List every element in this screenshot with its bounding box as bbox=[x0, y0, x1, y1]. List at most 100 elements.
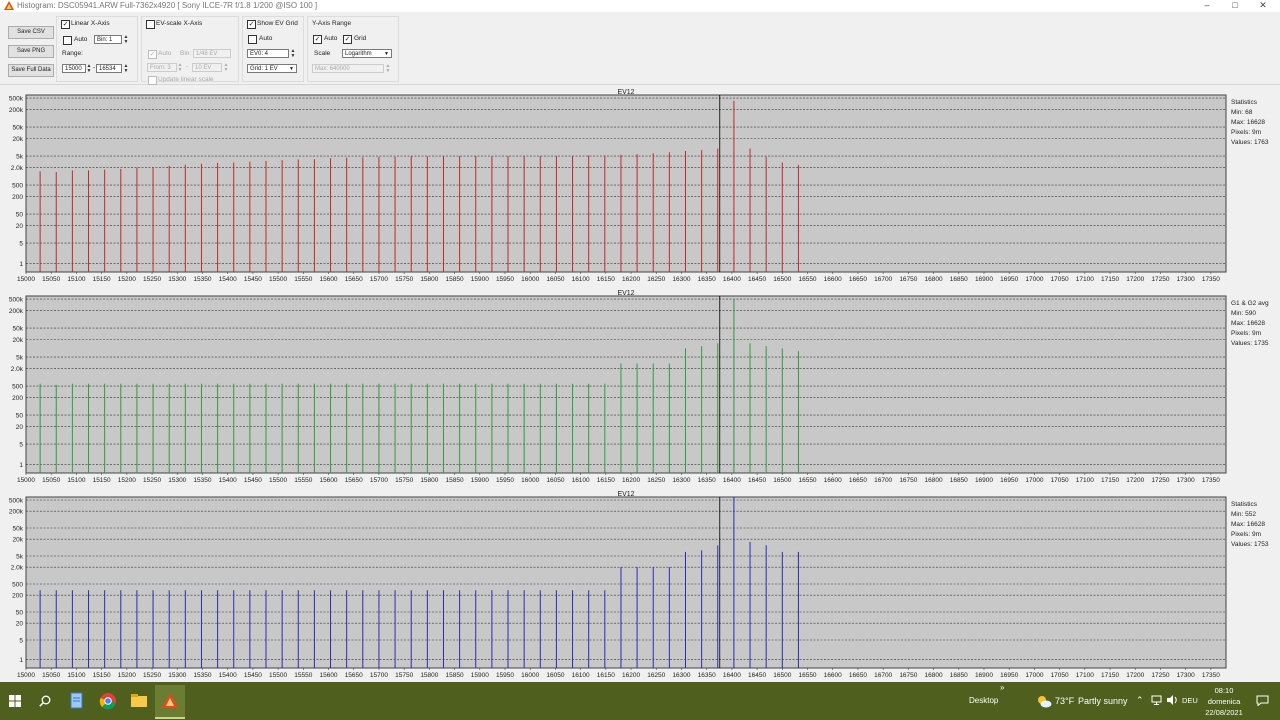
minimize-button[interactable]: – bbox=[1196, 0, 1218, 11]
y-max-input[interactable]: Max: 640000 bbox=[312, 64, 384, 73]
x-tick-label: 16150 bbox=[597, 672, 615, 679]
linear-auto-checkbox[interactable] bbox=[63, 36, 72, 45]
toolbar-chevron-icon[interactable]: » bbox=[1000, 683, 1004, 692]
linear-bin-input[interactable]: Bin: 1 bbox=[94, 35, 122, 44]
weather-temp[interactable]: 73°F bbox=[1055, 696, 1074, 706]
save-full-data-button[interactable]: Save Full Data bbox=[8, 64, 54, 77]
range-from-spinner[interactable]: ▲ ▼ bbox=[86, 64, 92, 74]
file-explorer-icon[interactable] bbox=[128, 690, 150, 712]
x-tick-label: 17000 bbox=[1025, 477, 1043, 484]
search-icon[interactable] bbox=[39, 695, 51, 707]
y-tick-label: 200 bbox=[12, 194, 23, 201]
ev-grid-auto-checkbox[interactable] bbox=[248, 35, 257, 44]
volume-icon[interactable] bbox=[1167, 695, 1178, 705]
desktop-toolbar-label[interactable]: Desktop bbox=[969, 696, 998, 705]
ev-to-input[interactable]: 10 EV bbox=[192, 63, 222, 72]
ev-bin-dropdown[interactable]: 1/48 EV bbox=[193, 49, 231, 58]
show-ev-grid-checkbox[interactable]: ✓ bbox=[247, 20, 256, 29]
x-tick-label: 16300 bbox=[672, 276, 690, 283]
x-tick-label: 16350 bbox=[698, 276, 716, 283]
linear-x-axis-checkbox[interactable]: ✓ bbox=[61, 20, 70, 29]
x-tick-label: 15500 bbox=[269, 276, 287, 283]
y-tick-label: 1 bbox=[19, 462, 23, 469]
scale-dropdown[interactable]: Logarithm ▼ bbox=[342, 49, 392, 58]
x-tick-label: 15700 bbox=[370, 276, 388, 283]
update-linear-scale-label: Update linear scale bbox=[158, 76, 214, 83]
maximize-button[interactable]: □ bbox=[1224, 0, 1246, 11]
stats-min: Min: 590 bbox=[1231, 310, 1256, 317]
y-tick-label: 500k bbox=[9, 96, 24, 103]
update-linear-scale-checkbox[interactable] bbox=[148, 76, 157, 85]
x-tick-label: 17350 bbox=[1202, 672, 1220, 679]
ev-auto-checkbox[interactable]: ✓ bbox=[148, 50, 157, 59]
notepad-app-icon[interactable] bbox=[66, 690, 88, 712]
ev0-input[interactable]: EV0: 4 bbox=[247, 49, 289, 58]
ev-to-spinner[interactable]: ▲ ▼ bbox=[223, 63, 229, 73]
x-tick-label: 15250 bbox=[143, 672, 161, 679]
y-grid-label: Grid bbox=[354, 35, 367, 42]
x-tick-label: 15700 bbox=[370, 477, 388, 484]
weather-desc[interactable]: Partly sunny bbox=[1078, 696, 1128, 706]
ev-from-input[interactable]: From: 3 bbox=[147, 63, 177, 72]
x-tick-label: 17250 bbox=[1151, 477, 1169, 484]
x-tick-label: 16800 bbox=[925, 276, 943, 283]
y-tick-label: 50k bbox=[13, 326, 24, 333]
range-to-input[interactable]: 16534 bbox=[96, 64, 122, 73]
y-tick-label: 5 bbox=[19, 442, 23, 449]
y-tick-label: 50 bbox=[16, 413, 24, 420]
partly-sunny-icon[interactable] bbox=[1036, 694, 1052, 708]
x-tick-label: 16650 bbox=[849, 672, 867, 679]
x-tick-label: 17150 bbox=[1101, 672, 1119, 679]
windows-start-icon[interactable] bbox=[9, 695, 21, 707]
range-from-input[interactable]: 15000 bbox=[62, 64, 86, 73]
save-csv-button[interactable]: Save CSV bbox=[8, 26, 54, 39]
ev-from-spinner[interactable]: ▲ ▼ bbox=[177, 63, 183, 73]
ev-bin-label: Bin: bbox=[180, 50, 192, 57]
scale-value: Logarithm bbox=[345, 51, 372, 57]
y-grid-checkbox[interactable]: ✓ bbox=[343, 35, 352, 44]
y-tick-label: 5k bbox=[16, 355, 24, 362]
x-tick-label: 15650 bbox=[345, 477, 363, 484]
x-tick-label: 15950 bbox=[496, 477, 514, 484]
x-tick-label: 15100 bbox=[67, 672, 85, 679]
linear-bin-spinner[interactable]: ▲ ▼ bbox=[123, 35, 129, 45]
chrome-icon[interactable] bbox=[97, 690, 119, 712]
x-tick-label: 15050 bbox=[42, 477, 60, 484]
rawdigger-app-icon[interactable] bbox=[159, 690, 181, 712]
chevron-down-icon: ▼ bbox=[289, 66, 294, 72]
ev-scale-x-axis-checkbox[interactable] bbox=[146, 20, 155, 29]
x-tick-label: 15000 bbox=[17, 477, 35, 484]
y-tick-label: 20 bbox=[16, 223, 24, 230]
x-tick-label: 16350 bbox=[698, 672, 716, 679]
y-tick-label: 5k bbox=[16, 554, 24, 561]
close-button[interactable]: ✕ bbox=[1252, 0, 1274, 11]
x-tick-label: 15400 bbox=[219, 672, 237, 679]
notifications-icon[interactable] bbox=[1256, 695, 1269, 706]
input-language[interactable]: DEU bbox=[1182, 696, 1198, 705]
ev-auto-label: Auto bbox=[158, 50, 172, 57]
stats-title: Statistics bbox=[1231, 99, 1258, 106]
network-icon[interactable] bbox=[1151, 695, 1163, 705]
x-tick-label: 15600 bbox=[319, 276, 337, 283]
range-to-spinner[interactable]: ▲ ▼ bbox=[123, 64, 129, 74]
y-tick-label: 50 bbox=[16, 212, 24, 219]
chart-title: EV12 bbox=[617, 290, 634, 297]
save-png-button[interactable]: Save PNG bbox=[8, 45, 54, 58]
x-tick-label: 15850 bbox=[446, 477, 464, 484]
y-tick-label: 200k bbox=[9, 107, 24, 114]
x-tick-label: 16200 bbox=[622, 276, 640, 283]
x-tick-label: 16900 bbox=[975, 477, 993, 484]
y-tick-label: 500 bbox=[12, 384, 23, 391]
ev0-spinner[interactable]: ▲ ▼ bbox=[290, 49, 296, 59]
x-tick-label: 15700 bbox=[370, 672, 388, 679]
y-auto-checkbox[interactable]: ✓ bbox=[313, 35, 322, 44]
chevron-up-icon[interactable]: ⌃ bbox=[1136, 695, 1144, 706]
x-tick-label: 16400 bbox=[723, 672, 741, 679]
ev-grid-dropdown[interactable]: Grid: 1 EV ▼ bbox=[247, 64, 297, 73]
clock-time: 08:10 bbox=[1214, 686, 1234, 695]
clock[interactable]: 08:10 domenica 22/08/2021 bbox=[1200, 685, 1248, 718]
x-tick-label: 15300 bbox=[168, 672, 186, 679]
x-tick-label: 15350 bbox=[193, 276, 211, 283]
clock-day: domenica bbox=[1207, 697, 1241, 706]
y-max-spinner[interactable]: ▲ ▼ bbox=[385, 64, 391, 74]
